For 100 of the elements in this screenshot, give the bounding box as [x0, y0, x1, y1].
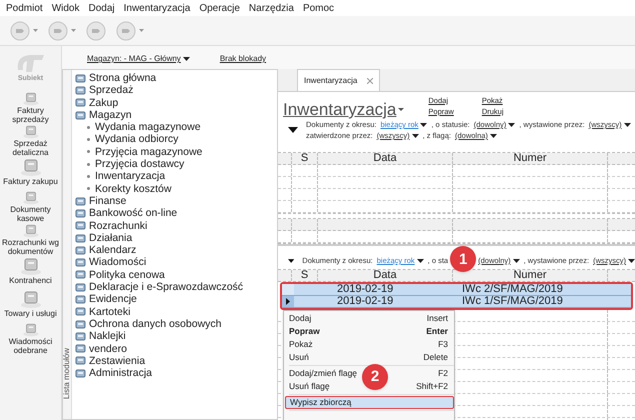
module-item[interactable]: Polityka cenowa — [75, 268, 244, 282]
module-icon — [75, 208, 86, 219]
module-icon — [75, 84, 86, 96]
caret-icon — [33, 29, 38, 32]
table-cell: 2019-02-19 — [337, 295, 394, 308]
sidebar-item[interactable]: Faktury zakupu — [0, 156, 62, 190]
module-icon — [75, 97, 86, 108]
column-header[interactable]: Numer — [513, 153, 546, 164]
bullet-icon — [87, 175, 90, 178]
page-title[interactable]: Inwentaryzacja — [283, 97, 404, 122]
column-header[interactable]: Data — [373, 153, 397, 164]
module-item[interactable]: Zestawienia — [75, 354, 244, 368]
collapse-icon[interactable] — [288, 258, 294, 264]
menu-item[interactable]: Dodaj — [88, 0, 115, 16]
caret-icon — [512, 258, 520, 262]
module-item[interactable]: Naklejki — [75, 330, 244, 343]
module-icon — [75, 330, 86, 342]
row-pointer-icon — [286, 298, 290, 305]
module-icon — [75, 269, 86, 280]
sidebar-item[interactable]: Towary i usługi — [0, 288, 62, 322]
bullet-icon — [87, 162, 90, 166]
table-row[interactable]: 2019-02-19 IWc 1/SF/MAG/2019 — [282, 296, 631, 308]
caret-icon — [490, 134, 497, 138]
menu-item[interactable]: Narzędzia — [248, 0, 294, 16]
document-icon — [20, 256, 42, 276]
toolbar-button[interactable] — [48, 20, 76, 40]
column-header[interactable]: Data — [373, 270, 397, 281]
sidebar-item[interactable]: Kontrahenci — [0, 256, 62, 288]
sidebar-item[interactable]: Dokumenty kasowe — [0, 190, 62, 222]
submodule-item[interactable]: Wydania magazynowe — [75, 121, 244, 134]
submodule-item[interactable]: Przyjęcia dostawcy — [75, 158, 244, 170]
caret-icon — [624, 122, 631, 126]
menu-item[interactable]: Widok — [52, 0, 80, 16]
document-icon — [20, 156, 42, 176]
document-tab[interactable]: Inwentaryzacja — [297, 69, 380, 91]
module-item[interactable]: Kartoteki — [75, 306, 244, 318]
module-item[interactable]: Bankowość on-line — [75, 207, 244, 220]
close-icon[interactable] — [367, 78, 374, 84]
sidebar-item[interactable]: Wiadomości odebrane — [0, 322, 62, 354]
column-header[interactable]: Numer — [513, 270, 546, 281]
module-item[interactable]: Kalendarz — [75, 244, 244, 256]
module-item[interactable]: Finanse — [75, 194, 244, 208]
menu-item[interactable]: Pokaż F3 — [285, 338, 454, 351]
module-item[interactable]: Rozrachunki — [75, 220, 244, 232]
column-header[interactable]: S — [300, 270, 308, 281]
module-item[interactable]: Wiadomości — [75, 256, 244, 269]
module-icon — [75, 343, 86, 354]
submodule-item[interactable]: Wydania odbiorcy — [75, 133, 244, 146]
menu-item[interactable]: Usuń Delete — [285, 351, 454, 364]
module-list-label[interactable]: Lista modułów — [61, 348, 73, 399]
caret-icon — [508, 122, 516, 126]
submodule-item[interactable]: Inwentaryzacja — [75, 170, 244, 183]
module-item[interactable]: Działania — [75, 232, 244, 244]
table-row[interactable]: 2019-02-19 IWc 2/SF/MAG/2019 — [282, 284, 631, 296]
module-item[interactable]: Ochrona danych osobowych — [75, 318, 244, 330]
module-icon — [75, 244, 86, 256]
module-icon — [75, 110, 86, 121]
caret-icon — [139, 29, 144, 32]
bullet-icon — [87, 126, 90, 129]
sidebar-item[interactable]: Sprzedaż detaliczna — [0, 124, 62, 156]
collapse-icon[interactable] — [288, 127, 298, 133]
module-item[interactable]: Magazyn — [75, 108, 244, 122]
module-item[interactable]: Administracja — [75, 367, 244, 380]
module-item[interactable]: vendero — [75, 342, 244, 355]
menu-item[interactable]: Pomoc — [302, 0, 334, 16]
module-item[interactable]: Zakup — [75, 96, 244, 109]
bullet-icon — [87, 187, 90, 190]
menu-item[interactable]: Operacje — [199, 0, 240, 16]
submodule-item[interactable]: Korekty kosztów — [75, 182, 244, 195]
module-item[interactable]: Strona główna — [75, 72, 244, 84]
menu-item[interactable]: Inwentaryzacja — [124, 0, 190, 16]
module-icon — [75, 232, 86, 244]
menu-item[interactable]: Podmiot — [6, 0, 43, 16]
module-icon — [75, 355, 86, 366]
bullet-icon — [87, 150, 90, 154]
module-item[interactable]: Sprzedaż — [75, 84, 244, 97]
warehouse-dropdown[interactable]: Magazyn: - MAG - Główny — [87, 53, 190, 65]
submodule-item[interactable]: Przyjęcia magazynowe — [75, 146, 244, 158]
module-icon — [75, 368, 86, 379]
module-item[interactable]: Deklaracje i e-Sprawozdawczość — [75, 281, 244, 294]
sidebar-item[interactable]: Faktury sprzedaży — [0, 90, 62, 124]
menu-item[interactable]: Dodaj Insert — [285, 312, 454, 325]
lock-link[interactable]: Brak blokady — [220, 53, 266, 65]
column-header[interactable]: S — [300, 153, 308, 164]
toolbar-button[interactable] — [10, 20, 38, 40]
menu-item[interactable]: Wypisz zbiorczą — [285, 396, 454, 409]
module-icon — [75, 72, 86, 84]
caret-icon — [416, 258, 424, 262]
caret-icon — [182, 57, 190, 61]
sidebar-item[interactable]: Rozrachunki wg dokumentów — [0, 222, 62, 256]
module-icon — [75, 282, 86, 293]
menu-item[interactable]: Popraw Enter — [285, 325, 454, 338]
module-icon — [75, 318, 86, 330]
module-item[interactable]: Ewidencje — [75, 293, 244, 306]
caret-icon — [398, 108, 404, 112]
module-icon — [75, 257, 86, 268]
toolbar-button[interactable] — [116, 20, 144, 40]
bullet-icon — [87, 138, 90, 142]
module-icon — [75, 196, 86, 207]
document-icon — [20, 288, 42, 308]
